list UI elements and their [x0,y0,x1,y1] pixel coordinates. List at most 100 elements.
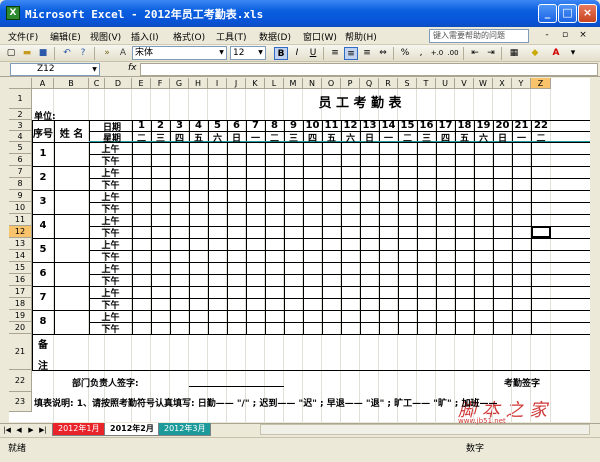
minimize-button[interactable]: _ [538,4,557,23]
column-header[interactable]: O [322,78,341,89]
name-box[interactable]: Z12 ▼ [10,63,100,76]
fill-color-icon[interactable]: ◆ [528,47,542,60]
column-header[interactable]: P [341,78,360,89]
percent-button[interactable]: % [398,47,412,60]
sheet-tab-mar[interactable]: 2012年3月 [158,423,212,436]
column-header[interactable]: L [265,78,284,89]
doc-close-button[interactable]: × [576,29,590,42]
borders-icon[interactable]: ▦ [507,47,521,60]
sheet-tab-jan[interactable]: 2012年1月 [52,423,106,436]
row-header[interactable]: 10 [9,202,32,214]
row-header[interactable]: 20 [9,322,32,334]
menu-edit[interactable]: 编辑(E) [50,30,81,43]
column-header[interactable]: V [455,78,474,89]
row-header[interactable]: 15 [9,262,32,274]
font-name-select[interactable]: 宋体 ▼ [132,46,227,60]
italic-button[interactable]: I [290,47,304,60]
row-header[interactable]: 21 [9,334,32,370]
menu-window[interactable]: 窗口(W) [303,30,337,43]
row-header[interactable]: 5 [9,142,32,154]
selected-cell[interactable] [531,226,551,238]
increase-decimal-icon[interactable]: +.0 [430,47,444,60]
close-button[interactable]: × [578,4,597,23]
doc-restore-button[interactable]: ▫ [558,29,572,42]
formula-input[interactable] [140,63,598,76]
font-size-select[interactable]: 12 ▼ [230,46,266,60]
row-header[interactable]: 2 [9,109,32,120]
row-header[interactable]: 23 [9,392,32,412]
column-header[interactable]: N [303,78,322,89]
row-header[interactable]: 18 [9,298,32,310]
column-header[interactable]: T [417,78,436,89]
column-header[interactable]: E [132,78,151,89]
row-header[interactable]: 17 [9,286,32,298]
horizontal-scrollbar[interactable] [260,424,590,435]
align-left-icon[interactable]: ≡ [328,47,342,60]
first-sheet-button[interactable]: |◀ [2,425,12,435]
column-header[interactable]: B [54,78,89,89]
menu-file[interactable]: 文件(F) [8,30,38,43]
column-header[interactable]: C [89,78,105,89]
row-header[interactable]: 13 [9,238,32,250]
column-header[interactable]: A [32,78,54,89]
decrease-indent-icon[interactable]: ⇤ [468,47,482,60]
comma-button[interactable]: , [414,47,428,60]
row-header[interactable]: 6 [9,154,32,166]
bold-button[interactable]: B [274,47,288,60]
column-header[interactable]: Z [531,78,551,89]
chevron-down-icon[interactable]: ▼ [90,64,99,76]
decrease-decimal-icon[interactable]: .00 [446,47,460,60]
column-header[interactable]: M [284,78,303,89]
open-icon[interactable]: ▬ [20,47,34,60]
increase-indent-icon[interactable]: ⇥ [484,47,498,60]
next-sheet-button[interactable]: ▶ [26,425,36,435]
column-header[interactable]: J [227,78,246,89]
merge-center-icon[interactable]: ⇔ [376,47,390,60]
undo-icon[interactable]: ↶ [60,47,74,60]
column-header[interactable]: W [474,78,493,89]
column-header[interactable]: Y [512,78,531,89]
column-header[interactable]: Q [360,78,379,89]
sheet-tab-feb[interactable]: 2012年2月 [104,423,160,436]
prev-sheet-button[interactable]: ◀ [14,425,24,435]
menu-format[interactable]: 格式(O) [173,30,205,43]
column-header[interactable]: S [398,78,417,89]
column-header[interactable]: I [208,78,227,89]
column-header[interactable]: X [493,78,512,89]
doc-minimize-button[interactable]: - [540,29,554,42]
menu-insert[interactable]: 插入(I) [131,30,159,43]
column-header[interactable]: D [105,78,132,89]
row-header[interactable]: 19 [9,310,32,322]
row-header[interactable]: 1 [9,89,32,109]
font-color-button[interactable]: A [549,47,563,60]
chevron-down-icon[interactable]: ▼ [256,47,265,59]
row-header[interactable]: 4 [9,131,32,142]
last-sheet-button[interactable]: ▶| [38,425,48,435]
menu-tools[interactable]: 工具(T) [216,30,247,43]
chevron-down-icon[interactable]: ▼ [217,47,226,59]
align-center-icon[interactable]: ≡ [344,47,358,60]
row-header[interactable]: 14 [9,250,32,262]
row-header[interactable]: 3 [9,120,32,131]
save-icon[interactable]: ■ [36,47,50,60]
function-icon[interactable]: fx [128,63,137,73]
menu-data[interactable]: 数据(D) [259,30,291,43]
column-header[interactable]: K [246,78,265,89]
row-header[interactable]: 11 [9,214,32,226]
column-header[interactable]: H [189,78,208,89]
column-header[interactable]: U [436,78,455,89]
toolbar-options-icon[interactable]: » [100,47,114,60]
toolbar-more-icon[interactable]: ▾ [566,47,580,60]
new-icon[interactable]: ▢ [4,47,18,60]
help-search-input[interactable]: 键入需要帮助的问题 [429,29,529,43]
align-right-icon[interactable]: ≡ [360,47,374,60]
underline-button[interactable]: U [306,47,320,60]
row-header[interactable]: 22 [9,370,32,392]
column-header[interactable]: G [170,78,189,89]
row-header[interactable]: 9 [9,190,32,202]
row-header[interactable]: 16 [9,274,32,286]
menu-help[interactable]: 帮助(H) [345,30,377,43]
maximize-button[interactable]: □ [558,4,577,23]
column-header[interactable]: R [379,78,398,89]
select-all-corner[interactable] [9,78,32,89]
